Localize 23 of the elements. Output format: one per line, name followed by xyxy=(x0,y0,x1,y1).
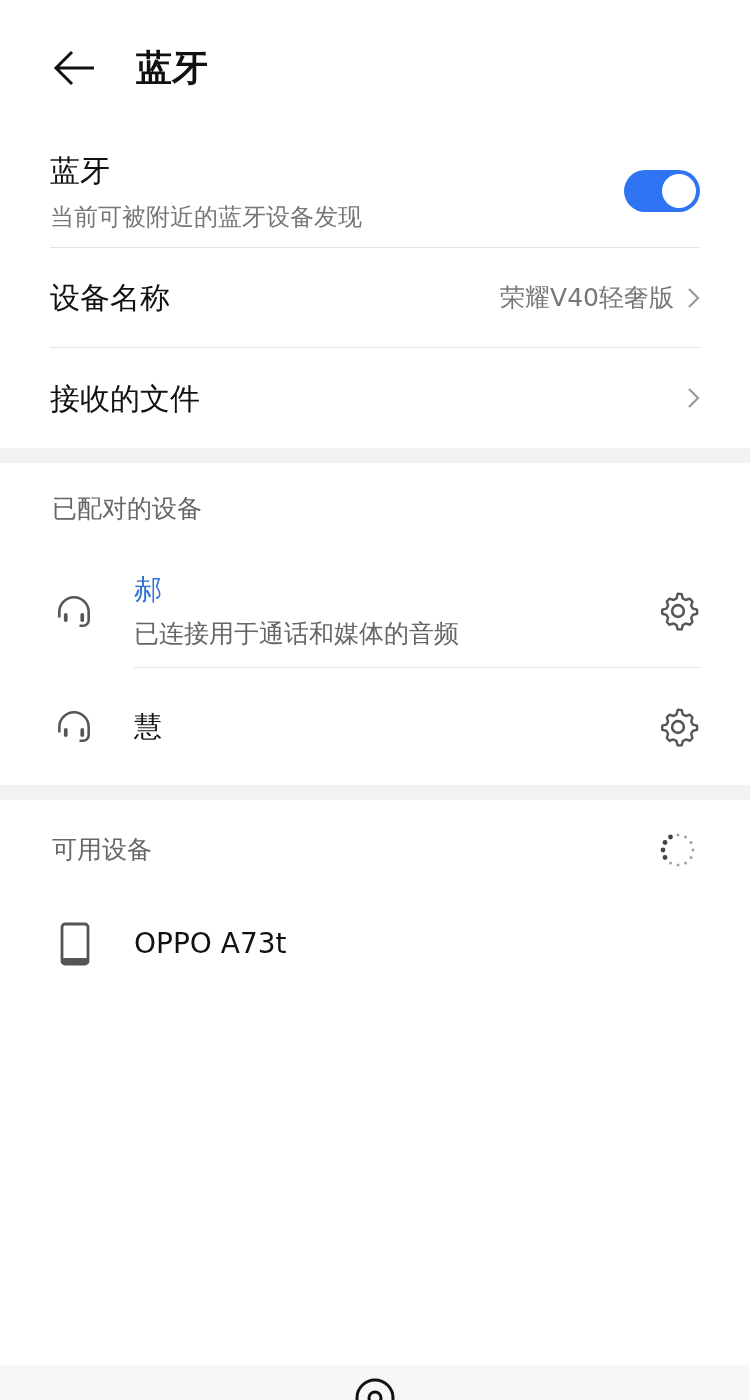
chevron-icon xyxy=(686,285,700,310)
device-name: 郝 xyxy=(134,572,163,609)
chevron-icon xyxy=(686,386,700,410)
phone-icon xyxy=(60,922,90,966)
section-header: 可用设备 xyxy=(52,834,153,867)
setting-subtitle: 当前可被附近的蓝牙设备发现 xyxy=(50,201,363,233)
setting-label: 设备名称 xyxy=(50,279,171,317)
toggle-switch[interactable] xyxy=(624,170,700,212)
setting-value: 荣耀V40轻奢版 xyxy=(500,281,674,314)
device-status: 已连接用于通话和媒体的音频 xyxy=(134,618,460,651)
device-row[interactable]: 郝 已连接用于通话和媒体的音频 xyxy=(0,555,750,668)
settings-row[interactable]: 接收的文件 xyxy=(50,348,700,448)
device-name: OPPO A73t xyxy=(134,926,287,962)
home-button-icon[interactable] xyxy=(354,1377,396,1400)
settings-row[interactable]: 设备名称 荣耀V40轻奢版 xyxy=(50,248,700,348)
setting-label: 蓝牙 xyxy=(50,151,111,190)
setting-label: 接收的文件 xyxy=(50,379,201,418)
device-name: 慧 xyxy=(134,708,163,745)
page-title: 蓝牙 xyxy=(136,45,208,90)
back-arrow-icon[interactable] xyxy=(52,49,96,86)
device-row[interactable]: 慧 xyxy=(0,668,750,785)
section-header: 已配对的设备 xyxy=(52,493,202,526)
device-row[interactable]: OPPO A73t xyxy=(0,900,750,988)
